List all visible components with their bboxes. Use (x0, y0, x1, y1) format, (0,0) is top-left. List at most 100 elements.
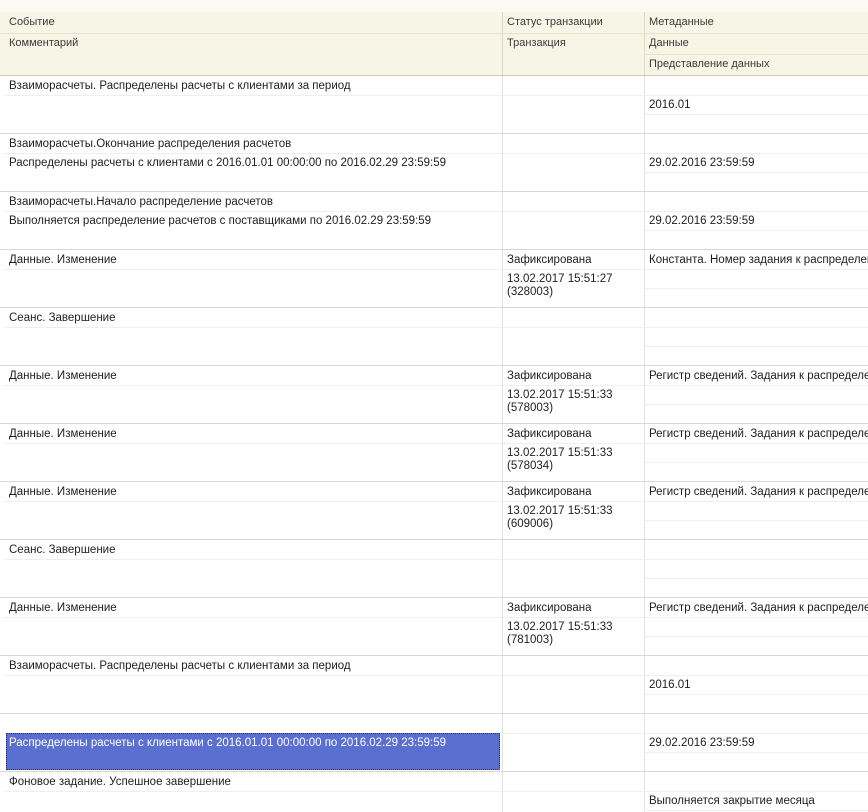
cell-transaction: 13.02.2017 15:51:33 (507, 447, 613, 459)
column-divider (644, 308, 645, 365)
cell-comment: Выполняется распределение расчетов с пос… (9, 215, 432, 227)
row-separator (4, 327, 868, 328)
cell-event: Фоновое задание. Успешное завершение (9, 776, 231, 788)
row-separator (4, 95, 868, 96)
column-divider (502, 656, 503, 713)
column-divider (502, 366, 503, 423)
table-row[interactable]: Данные. Изменение Зафиксирована 13.02.2017… (0, 366, 868, 424)
table-row[interactable]: Сеанс. Завершение (0, 540, 868, 598)
table-row[interactable]: Сеанс. Завершение (0, 308, 868, 366)
cell-transaction-id: (781003) (507, 634, 554, 646)
cell-data-presentation: 29.02.2016 23:59:59 (649, 215, 755, 227)
row-separator (4, 211, 868, 212)
cell-transaction-id: (609006) (507, 518, 554, 530)
row-separator (4, 153, 868, 154)
row-separator (644, 462, 868, 463)
column-divider (644, 598, 645, 655)
table-header: Событие Комментарий Статус транзакции Тр… (0, 12, 868, 76)
column-divider (502, 134, 503, 191)
row-separator (4, 501, 868, 502)
header-divider (502, 12, 503, 75)
cell-transaction: 13.02.2017 15:51:33 (507, 505, 613, 517)
column-divider (502, 424, 503, 481)
table-row[interactable]: Данные. Изменение Зафиксирована 13.02.2017… (0, 250, 868, 308)
cell-transaction-status: Зафиксирована (507, 602, 592, 614)
table-row[interactable]: Данные. Изменение Зафиксирована 13.02.2017… (0, 482, 868, 540)
table-row[interactable]: Взаиморасчеты. Распределены расчеты с кл… (0, 76, 868, 134)
table-row[interactable]: Взаиморасчеты.Окончание распределения ра… (0, 134, 868, 192)
table-row[interactable]: Данные. Изменение Зафиксирована 13.02.2017… (0, 598, 868, 656)
column-divider (502, 598, 503, 655)
header-metadata[interactable]: Метаданные (649, 16, 714, 28)
column-divider (502, 482, 503, 539)
header-transaction[interactable]: Транзакция (507, 37, 566, 49)
table-row[interactable]: Фоновое задание. Успешное завершение Выпо… (0, 772, 868, 812)
column-divider (502, 714, 503, 771)
row-separator (644, 114, 868, 115)
header-comment[interactable]: Комментарий (9, 37, 78, 49)
cell-event: Данные. Изменение (9, 602, 117, 614)
row-separator (644, 694, 868, 695)
column-divider (502, 308, 503, 365)
table-row[interactable]: Данные. Изменение Зафиксирована 13.02.2017… (0, 424, 868, 482)
cell-data-presentation: 2016.01 (649, 99, 691, 111)
cell-transaction-status: Зафиксирована (507, 370, 592, 382)
table-row[interactable]: Взаиморасчеты.Окончание распределения ра… (0, 714, 868, 772)
event-log-table[interactable]: Событие Комментарий Статус транзакции Тр… (0, 12, 868, 812)
cell-event: Сеанс. Завершение (9, 544, 116, 556)
column-divider (502, 772, 503, 812)
column-divider (502, 250, 503, 307)
header-data-presentation[interactable]: Представление данных (649, 58, 769, 70)
table-body: Взаиморасчеты. Распределены расчеты с кл… (0, 76, 868, 812)
cell-transaction: 13.02.2017 15:51:27 (507, 273, 613, 285)
header-event[interactable]: Событие (9, 16, 55, 28)
row-separator (644, 636, 868, 637)
row-separator (4, 269, 868, 270)
cell-transaction: 13.02.2017 15:51:33 (507, 621, 613, 633)
row-separator (644, 230, 868, 231)
column-divider (502, 540, 503, 597)
header-transaction-status[interactable]: Статус транзакции (507, 16, 603, 28)
column-divider (644, 714, 645, 771)
header-data[interactable]: Данные (649, 37, 689, 49)
column-divider (644, 482, 645, 539)
cell-event: Сеанс. Завершение (9, 312, 116, 324)
column-divider (644, 366, 645, 423)
header-separator (644, 54, 868, 55)
cell-data-presentation: 29.02.2016 23:59:59 (649, 737, 755, 749)
table-row[interactable]: Взаиморасчеты.Начало распределение расче… (0, 192, 868, 250)
cell-data-presentation: 2016.01 (649, 679, 691, 691)
cell-metadata: Регистр сведений. Задания к распределени… (649, 370, 868, 382)
column-divider (644, 250, 645, 307)
cell-transaction-id: (578034) (507, 460, 554, 472)
cell-event: Данные. Изменение (9, 428, 117, 440)
row-separator (4, 385, 868, 386)
column-divider (644, 134, 645, 191)
row-separator (644, 520, 868, 521)
cell-data-presentation: 29.02.2016 23:59:59 (649, 157, 755, 169)
cell-event: Взаиморасчеты.Начало распределение расче… (9, 196, 274, 208)
cell-transaction-id: (578003) (507, 402, 554, 414)
column-divider (644, 656, 645, 713)
cell-event: Взаиморасчеты. Распределены расчеты с кл… (9, 660, 351, 672)
column-divider (502, 76, 503, 133)
table-row[interactable]: Взаиморасчеты. Распределены расчеты с кл… (0, 656, 868, 714)
column-divider (644, 772, 645, 812)
cell-event: Данные. Изменение (9, 254, 117, 266)
cell-event: Данные. Изменение (9, 370, 117, 382)
header-separator (0, 33, 868, 34)
cell-metadata: Регистр сведений. Задания к распределени… (649, 428, 868, 440)
cell-metadata: Регистр сведений. Задания к распределени… (649, 486, 868, 498)
row-separator (4, 617, 868, 618)
cell-transaction-status: Зафиксирована (507, 428, 592, 440)
column-divider (644, 540, 645, 597)
cell-data-presentation: Выполняется закрытие месяца (649, 795, 815, 807)
column-divider (644, 424, 645, 481)
cell-event: Взаиморасчеты. Распределены расчеты с кл… (9, 80, 351, 92)
row-separator (644, 346, 868, 347)
cell-transaction-status: Зафиксирована (507, 486, 592, 498)
cell-event: Взаиморасчеты.Окончание распределения ра… (9, 718, 292, 730)
column-divider (502, 192, 503, 249)
cell-transaction: 13.02.2017 15:51:33 (507, 389, 613, 401)
row-separator (644, 172, 868, 173)
